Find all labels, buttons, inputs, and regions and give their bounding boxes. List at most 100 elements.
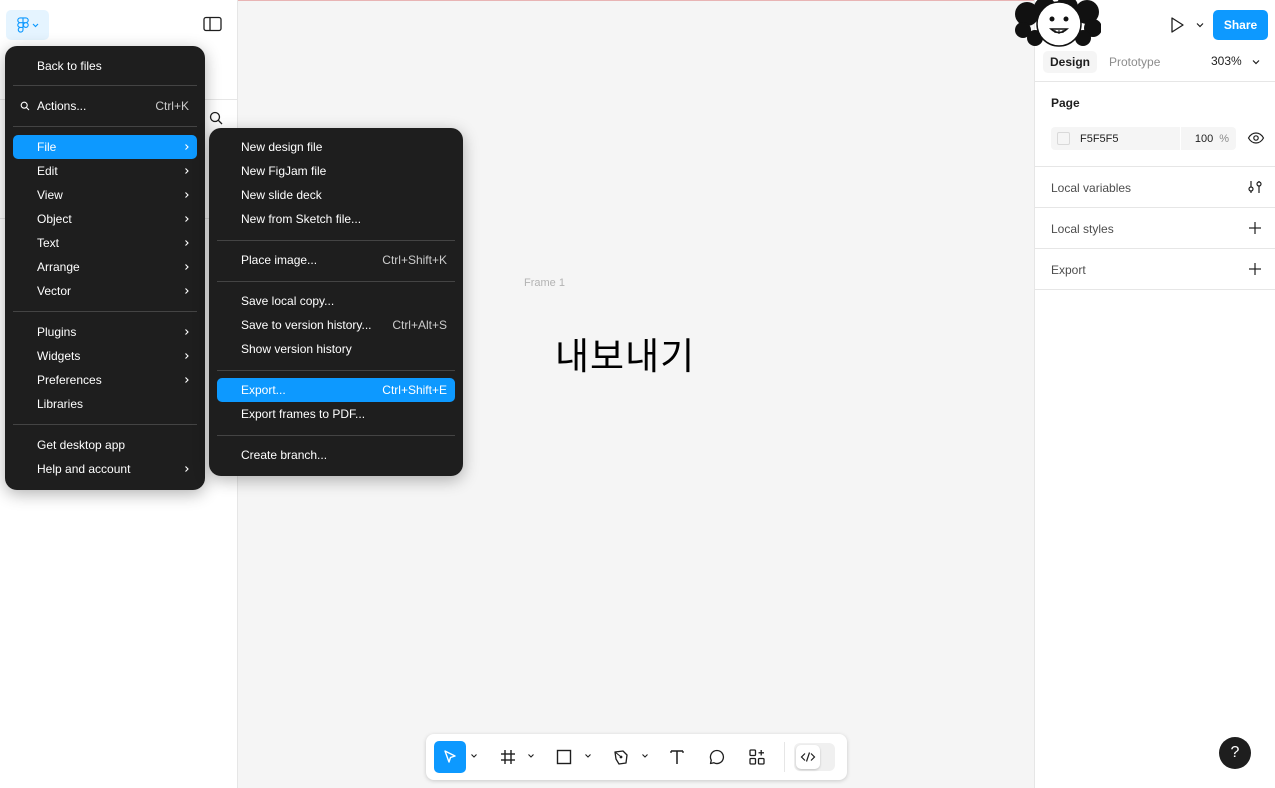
menu-item-label: Show version history (241, 342, 352, 356)
frame-tool-button[interactable] (492, 741, 524, 773)
user-avatar[interactable] (1015, 0, 1101, 48)
menu-item-new-figjam-file[interactable]: New FigJam file (217, 159, 455, 183)
pen-tool-button[interactable] (605, 741, 637, 773)
menu-item-label: Arrange (37, 260, 80, 274)
page-section-title: Page (1051, 96, 1080, 110)
panel-divider (1035, 207, 1275, 208)
menu-item-create-branch[interactable]: Create branch... (217, 443, 455, 467)
local-variables-title[interactable]: Local variables (1051, 181, 1131, 195)
shortcut-label: Ctrl+K (155, 99, 189, 113)
shape-tool-button[interactable] (548, 741, 580, 773)
chevron-down-icon[interactable] (641, 752, 649, 760)
menu-item-file[interactable]: File (13, 135, 197, 159)
chevron-down-icon[interactable] (584, 752, 592, 760)
shortcut-label: Ctrl+Shift+K (382, 253, 447, 267)
chevron-right-icon (185, 168, 189, 174)
menu-item-label: New design file (241, 140, 323, 154)
menu-item-view[interactable]: View (13, 183, 197, 207)
menu-item-libraries[interactable]: Libraries (13, 392, 197, 416)
menu-item-back-to-files[interactable]: Back to files (13, 54, 197, 78)
menu-item-edit[interactable]: Edit (13, 159, 197, 183)
menu-item-actions[interactable]: Actions... Ctrl+K (13, 94, 197, 118)
sidebar-toggle-icon[interactable] (203, 16, 223, 32)
move-tool-button[interactable] (434, 741, 466, 773)
text-tool-button[interactable] (661, 741, 693, 773)
eye-icon[interactable] (1247, 130, 1265, 146)
assets-tool-button[interactable] (741, 741, 773, 773)
chevron-right-icon (185, 288, 189, 294)
chevron-right-icon (185, 353, 189, 359)
menu-item-text[interactable]: Text (13, 231, 197, 255)
menu-item-preferences[interactable]: Preferences (13, 368, 197, 392)
menu-item-label: Place image... (241, 253, 318, 267)
frame-label[interactable]: Frame 1 (524, 277, 565, 289)
chevron-right-icon (185, 240, 189, 246)
color-swatch[interactable] (1057, 132, 1070, 145)
menu-item-help-and-account[interactable]: Help and account (13, 457, 197, 481)
menu-item-label: New from Sketch file... (241, 212, 362, 226)
main-menu: Back to files Actions... Ctrl+K File Edi… (5, 46, 205, 490)
menu-item-label: Export... (241, 383, 286, 397)
comment-tool-button[interactable] (701, 741, 733, 773)
menu-item-show-version-history[interactable]: Show version history (217, 337, 455, 361)
menu-item-arrange[interactable]: Arrange (13, 255, 197, 279)
dev-mode-knob (796, 745, 820, 769)
variables-adjust-icon[interactable] (1247, 179, 1263, 195)
plus-icon[interactable] (1247, 220, 1263, 236)
share-button[interactable]: Share (1213, 10, 1268, 40)
menu-item-save-local-copy[interactable]: Save local copy... (217, 289, 455, 313)
menu-item-object[interactable]: Object (13, 207, 197, 231)
chevron-right-icon (185, 466, 189, 472)
search-icon[interactable] (208, 110, 224, 126)
tab-prototype[interactable]: Prototype (1102, 51, 1167, 73)
menu-item-label: Actions... (37, 99, 87, 113)
menu-item-label: Preferences (37, 373, 102, 387)
menu-item-new-design-file[interactable]: New design file (217, 135, 455, 159)
menu-item-get-desktop-app[interactable]: Get desktop app (13, 433, 197, 457)
panel-divider (1035, 81, 1275, 82)
menu-item-save-to-version-history[interactable]: Save to version history... Ctrl+Alt+S (217, 313, 455, 337)
menu-item-place-image[interactable]: Place image... Ctrl+Shift+K (217, 248, 455, 272)
menu-item-label: Save local copy... (241, 294, 335, 308)
menu-item-label: Plugins (37, 325, 77, 339)
frame-hash-icon (501, 750, 515, 764)
tab-design[interactable]: Design (1043, 51, 1098, 73)
main-menu-button[interactable] (6, 10, 49, 40)
present-play-icon[interactable] (1166, 15, 1188, 35)
menu-item-export[interactable]: Export... Ctrl+Shift+E (217, 378, 455, 402)
opacity-value[interactable]: 100 (1195, 133, 1213, 145)
figma-logo-icon (16, 16, 29, 33)
menu-item-new-slide-deck[interactable]: New slide deck (217, 183, 455, 207)
menu-item-widgets[interactable]: Widgets (13, 344, 197, 368)
chevron-down-icon[interactable] (470, 752, 478, 760)
help-button[interactable]: ? (1219, 737, 1251, 769)
menu-item-export-frames-to-pdf[interactable]: Export frames to PDF... (217, 402, 455, 426)
menu-item-label: Export frames to PDF... (241, 407, 366, 421)
shortcut-label: Ctrl+Shift+E (382, 383, 447, 397)
menu-item-plugins[interactable]: Plugins (13, 320, 197, 344)
canvas-text-layer[interactable]: 내보내기 (555, 326, 695, 380)
plus-icon[interactable] (1247, 261, 1263, 277)
chevron-down-icon[interactable] (527, 752, 535, 760)
menu-item-vector[interactable]: Vector (13, 279, 197, 303)
zoom-level[interactable]: 303% (1211, 54, 1242, 68)
menu-item-new-from-sketch[interactable]: New from Sketch file... (217, 207, 455, 231)
text-icon (670, 750, 684, 764)
comment-bubble-icon (709, 749, 725, 765)
menu-item-label: Edit (37, 164, 58, 178)
shortcut-label: Ctrl+Alt+S (392, 318, 447, 332)
components-plus-icon (749, 749, 765, 765)
chevron-right-icon (185, 192, 189, 198)
bottom-toolbar (426, 734, 847, 780)
menu-item-label: Vector (37, 284, 72, 298)
dev-mode-toggle[interactable] (794, 743, 835, 771)
rectangle-icon (556, 749, 572, 765)
page-opacity-field[interactable]: 100 % (1181, 127, 1236, 150)
pen-icon (614, 750, 628, 765)
chevron-down-icon[interactable] (1195, 20, 1205, 30)
page-color-field[interactable]: F5F5F5 (1051, 127, 1180, 150)
menu-item-label: New slide deck (241, 188, 322, 202)
color-hex-value[interactable]: F5F5F5 (1080, 133, 1119, 145)
opacity-unit: % (1219, 132, 1229, 145)
chevron-down-icon[interactable] (1251, 57, 1261, 67)
